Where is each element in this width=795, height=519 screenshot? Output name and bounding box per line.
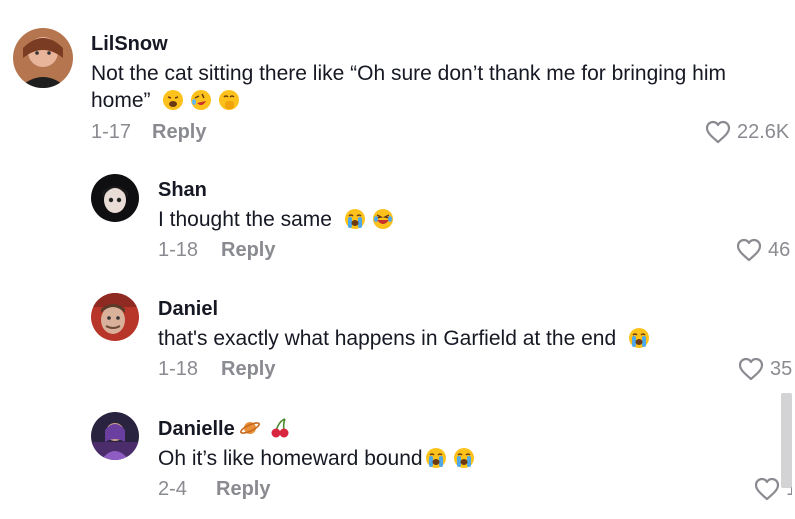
avatar[interactable] <box>91 174 139 222</box>
loudly-crying-emoji <box>453 447 475 469</box>
comment-username[interactable]: LilSnow <box>91 33 168 56</box>
reply-button[interactable]: Reply <box>221 239 275 262</box>
like-count: 22.6K <box>737 120 790 143</box>
grinning-squinting-emoji <box>372 208 394 230</box>
comment-username[interactable]: Daniel <box>158 298 218 321</box>
comment-text: Not the cat sitting there like “Oh sure … <box>91 60 781 114</box>
comment-text-content: I thought the same <box>158 208 332 231</box>
rolling-laughing-emoji <box>190 89 212 111</box>
cherries-emoji <box>269 417 291 439</box>
ringed-planet-emoji <box>239 417 261 439</box>
comment-text: that's exactly what happens in Garfield … <box>158 325 758 352</box>
comment-text-content: that's exactly what happens in Garfield … <box>158 327 617 350</box>
loudly-crying-emoji <box>344 208 366 230</box>
loudly-crying-emoji <box>425 447 447 469</box>
avatar[interactable] <box>13 28 73 88</box>
reply-button[interactable]: Reply <box>216 478 270 501</box>
heart-outline-icon <box>705 120 731 144</box>
weary-face-emoji <box>162 89 184 111</box>
reply-button[interactable]: Reply <box>221 358 275 381</box>
like-button[interactable]: 22.6K <box>705 120 789 144</box>
scrollbar-thumb[interactable] <box>781 393 792 488</box>
like-count: 46 <box>768 238 791 261</box>
reply-button[interactable]: Reply <box>152 121 206 144</box>
comment-text: I thought the same <box>158 206 758 233</box>
comment-text: Oh it’s like homeward bound <box>158 445 758 472</box>
like-button[interactable]: 35 <box>738 357 792 381</box>
comment-text-content: Oh it’s like homeward bound <box>158 447 423 470</box>
comment-text-line1: Not the cat sitting there like “Oh sure … <box>91 62 726 85</box>
heart-outline-icon <box>738 357 764 381</box>
comment-date: 2-4 <box>158 478 187 500</box>
comment-username-text: Danielle <box>158 418 235 440</box>
comment-username[interactable]: Danielle <box>158 417 291 441</box>
avatar[interactable] <box>91 293 139 341</box>
comment-date: 1-18 <box>158 239 199 261</box>
comment-text-line2: home” <box>91 89 151 112</box>
comment-date: 1-17 <box>91 121 132 143</box>
loudly-crying-emoji <box>628 327 650 349</box>
avatar[interactable] <box>91 412 139 460</box>
hand-over-mouth-emoji <box>218 89 240 111</box>
like-button[interactable]: 46 <box>736 238 790 262</box>
comment-username[interactable]: Shan <box>158 179 207 202</box>
comment-date: 1-18 <box>158 358 199 380</box>
heart-outline-icon <box>736 238 762 262</box>
heart-outline-icon <box>754 477 780 501</box>
like-count: 35 <box>770 357 793 380</box>
